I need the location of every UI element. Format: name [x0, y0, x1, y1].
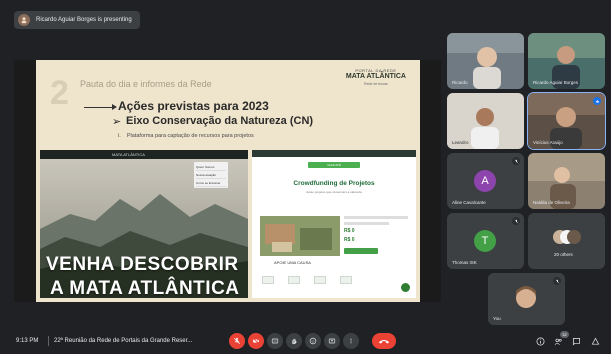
site-screenshot-crowdfunding: VALE ATÉ Crowdfunding de Projetos Apoie …: [252, 150, 416, 298]
shapes-icon: [591, 337, 599, 345]
others-tile[interactable]: 20 others: [528, 213, 605, 269]
brand-main: MATA ATLÂNTICA: [345, 73, 406, 80]
mic-off-icon: [512, 217, 520, 225]
mic-off-icon: [233, 337, 241, 345]
reactions-button[interactable]: [305, 333, 321, 349]
phone-hangup-icon: [379, 340, 389, 344]
participant-tile[interactable]: Leandro: [447, 93, 524, 149]
site-dropdown: Quem Somos Nossa atuação Como se Envolve…: [194, 162, 228, 188]
hero-line-2: A MATA ATLÂNTICA: [50, 278, 240, 298]
cf-project-image: [260, 216, 340, 256]
people-count-badge: 32: [560, 331, 569, 338]
cf-feature-icon: [288, 276, 300, 284]
presenting-chip[interactable]: Ricardo Aguiar Borges is presenting: [14, 11, 140, 29]
mic-off-icon: [553, 277, 561, 285]
slide-eixo: Eixo Conservação da Natureza (CN): [126, 115, 314, 127]
site-logo: MATA ATLÂNTICA: [112, 152, 145, 157]
people-icon: [554, 338, 562, 345]
info-icon: [536, 337, 544, 345]
cf-card-title: APOIE UMA CAUSA: [274, 260, 311, 265]
cf-feature-icon: [314, 276, 326, 284]
camera-toggle-button[interactable]: [248, 333, 264, 349]
participant-name: Aline Cavalcante: [452, 200, 486, 205]
cf-side-panel: R$ 0 R$ 0: [344, 216, 408, 246]
mic-toggle-button[interactable]: [229, 333, 245, 349]
captions-icon: [271, 338, 279, 344]
dropdown-item: Como se Envolver: [196, 179, 226, 187]
more-options-button[interactable]: [343, 333, 359, 349]
raise-hand-button[interactable]: [286, 333, 302, 349]
cf-title: Crowdfunding de Projetos: [293, 180, 375, 187]
leave-call-button[interactable]: [372, 333, 396, 349]
dropdown-item: Quem Somos: [196, 163, 226, 171]
participant-avatar: T: [474, 230, 496, 252]
cf-nav: [252, 150, 416, 157]
dropdown-item: Nossa atuação: [196, 171, 226, 179]
cf-amount: R$ 0: [344, 237, 355, 243]
participant-tile[interactable]: Ricardo: [447, 33, 524, 89]
slide-item-text: Plataforma para captação de recursos par…: [126, 133, 254, 139]
cf-feature-icon: [262, 276, 274, 284]
cf-pill: VALE ATÉ: [308, 162, 360, 168]
presenting-text: Ricardo Aguiar Borges is presenting: [36, 17, 132, 23]
participant-name: Vinícius Araújo: [533, 140, 563, 145]
participant-name: Natália de Oliveira: [533, 200, 570, 205]
participant-tile[interactable]: Natália de Oliveira: [528, 153, 605, 209]
cf-amount: R$ 0: [344, 228, 355, 234]
presenting-bar: Ricardo Aguiar Borges is presenting: [14, 10, 434, 30]
camera-off-icon: [252, 337, 260, 345]
participant-name: Leandro: [452, 140, 469, 145]
cf-subtitle: Apoie projetos que conservam a natureza: [306, 190, 362, 194]
chevron-right-icon: ➢: [112, 116, 122, 128]
hero-line-1: VENHA DESCOBRIR: [46, 254, 239, 275]
cf-feature-icon: [340, 276, 352, 284]
participant-tile[interactable]: A Aline Cavalcante: [447, 153, 524, 209]
divider: [48, 336, 49, 346]
participant-name: You: [493, 316, 501, 321]
slide-number: 2: [50, 74, 69, 112]
emoji-icon: [309, 337, 317, 345]
others-avatars-icon: [553, 230, 581, 244]
meeting-title: 22ª Reunião da Rede de Portais da Grande…: [54, 338, 193, 344]
presentation-stage[interactable]: 2 Pauta do dia e informes da Rede Ações …: [14, 60, 441, 302]
participant-tile-active-speaker[interactable]: Vinícius Araújo: [527, 92, 606, 150]
activities-button[interactable]: [590, 336, 600, 346]
participant-avatar: A: [474, 170, 496, 192]
participant-name: Ricardo Aguiar Borges: [533, 80, 579, 85]
shared-slide: 2 Pauta do dia e informes da Rede Ações …: [36, 60, 420, 302]
participant-tile[interactable]: Ricardo Aguiar Borges: [528, 33, 605, 89]
chat-icon: [572, 337, 580, 346]
arrow-icon: [84, 104, 117, 110]
present-screen-icon: [328, 338, 336, 344]
participant-tile[interactable]: T Thomas ISK: [447, 213, 524, 269]
hand-icon: [292, 338, 297, 345]
cf-line: [344, 222, 389, 225]
brand-logo: PORTAL DA REDE MATA ATLÂNTICA Rede de tr…: [346, 68, 406, 86]
more-vert-icon: [350, 338, 352, 344]
participant-name: Ricardo: [452, 80, 468, 85]
slide-pauta: Pauta do dia e informes da Rede: [80, 79, 212, 89]
whatsapp-icon: [401, 283, 410, 292]
slide-header: 2 Pauta do dia e informes da Rede Ações …: [36, 60, 420, 150]
present-button[interactable]: [324, 333, 340, 349]
cf-support-button: [344, 248, 378, 254]
cf-icon-row: [262, 276, 352, 284]
others-count: 20 others: [554, 252, 573, 257]
chat-button[interactable]: [571, 336, 581, 346]
cf-line: [344, 216, 408, 219]
site-screenshot-hero: MATA ATLÂNTICA Quem Somos Nossa atuação …: [40, 150, 248, 298]
captions-button[interactable]: [267, 333, 283, 349]
self-tile[interactable]: You: [488, 273, 565, 325]
slide-item: i. Plataforma para captação de recursos …: [118, 133, 254, 139]
mic-off-icon: [512, 157, 520, 165]
presenter-avatar-icon: [18, 14, 30, 26]
speaking-indicator-icon: [593, 97, 601, 105]
slide-acoes: Ações previstas para 2023: [118, 99, 269, 113]
meeting-info-button[interactable]: [535, 336, 545, 346]
participant-name: Thomas ISK: [452, 260, 477, 265]
clock: 9:13 PM: [16, 338, 39, 344]
brand-sub: Rede de trocas: [364, 82, 388, 86]
